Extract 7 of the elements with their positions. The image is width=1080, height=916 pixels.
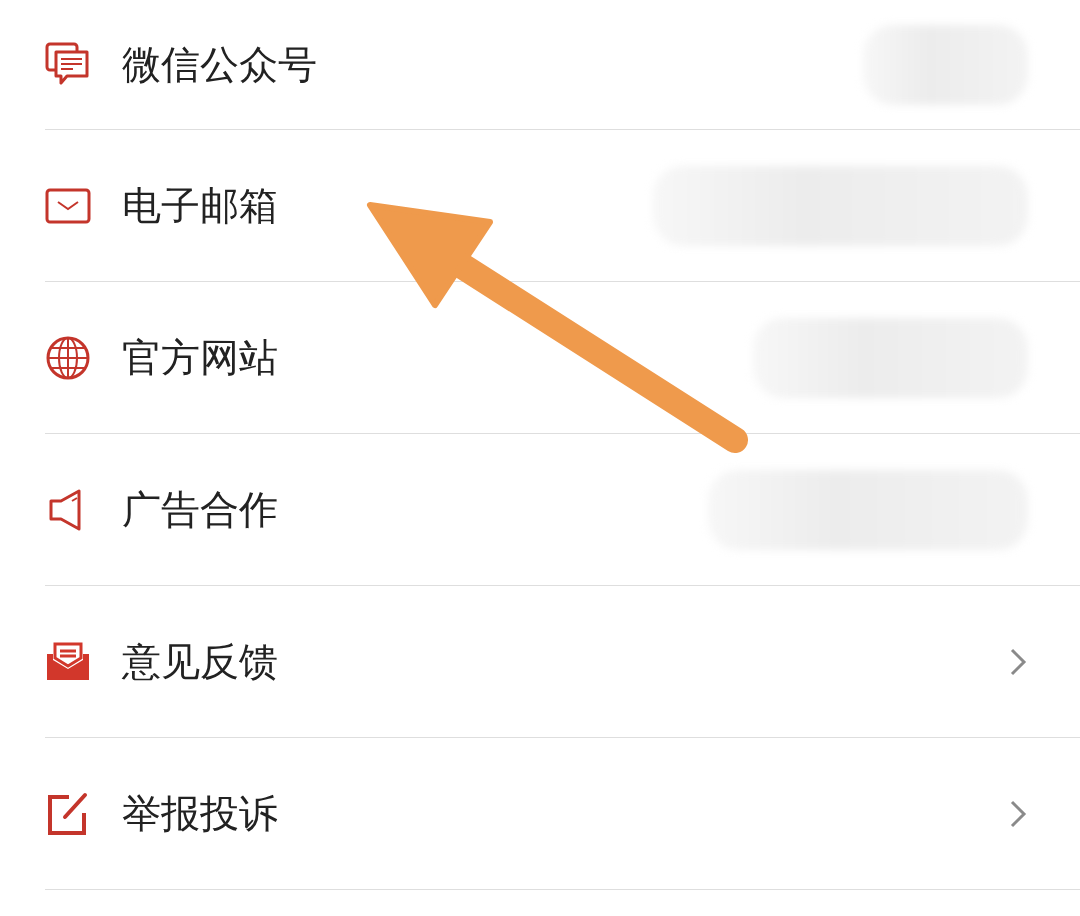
menu-item-label[interactable]: 微信公众号 <box>122 37 317 92</box>
menu-item-label[interactable]: 电子邮箱 <box>122 178 278 233</box>
menu-item-label[interactable]: 举报投诉 <box>122 786 278 841</box>
globe-icon <box>45 334 91 381</box>
menu-item-label[interactable]: 广告合作 <box>122 482 278 537</box>
menu-item-label[interactable]: 意见反馈 <box>122 634 278 689</box>
menu-item-label[interactable]: 官方网站 <box>122 330 278 385</box>
